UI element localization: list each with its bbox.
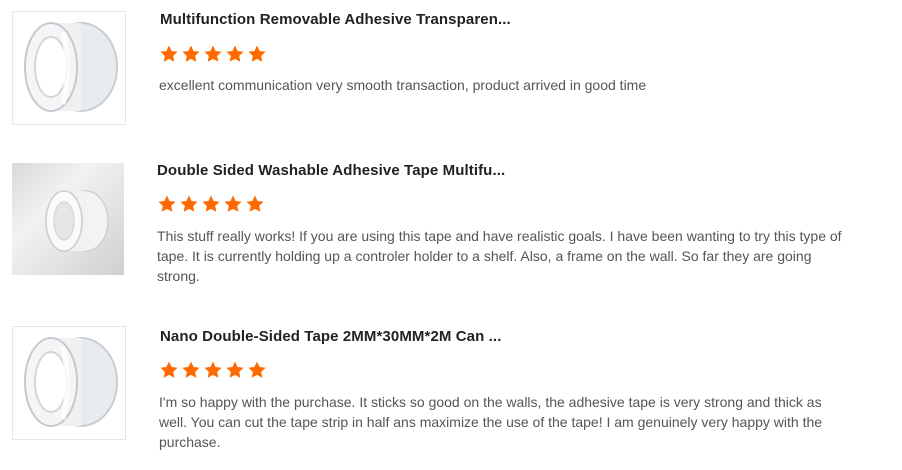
review-text: excellent communication very smooth tran…: [159, 77, 647, 93]
tape-roll-icon: [24, 22, 118, 112]
product-title[interactable]: Multifunction Removable Adhesive Transpa…: [160, 11, 511, 28]
product-title[interactable]: Nano Double-Sided Tape 2MM*30MM*2M Can .…: [160, 328, 501, 345]
review-text: I'm so happy with the purchase. It stick…: [159, 394, 823, 450]
tape-roll-icon: [24, 337, 118, 427]
product-thumbnail[interactable]: [12, 326, 126, 440]
star-icon: [246, 195, 264, 212]
star-icon: [202, 195, 220, 212]
star-icon: [180, 195, 198, 212]
star-icon: [226, 361, 244, 378]
rating-stars: [159, 44, 267, 64]
tape-roll-photo: [45, 190, 109, 252]
review-text: This stuff really works! If you are usin…: [157, 228, 842, 284]
star-icon: [160, 361, 178, 378]
product-thumbnail[interactable]: [12, 163, 124, 275]
star-icon: [248, 45, 266, 62]
star-icon: [248, 361, 266, 378]
star-icon: [204, 45, 222, 62]
star-icon: [182, 361, 200, 378]
star-icon: [158, 195, 176, 212]
product-title[interactable]: Double Sided Washable Adhesive Tape Mult…: [157, 162, 505, 179]
rating-stars: [157, 194, 265, 214]
star-icon: [226, 45, 244, 62]
star-icon: [204, 361, 222, 378]
rating-stars: [159, 360, 267, 380]
product-thumbnail[interactable]: [12, 11, 126, 125]
star-icon: [160, 45, 178, 62]
star-icon: [182, 45, 200, 62]
star-icon: [224, 195, 242, 212]
